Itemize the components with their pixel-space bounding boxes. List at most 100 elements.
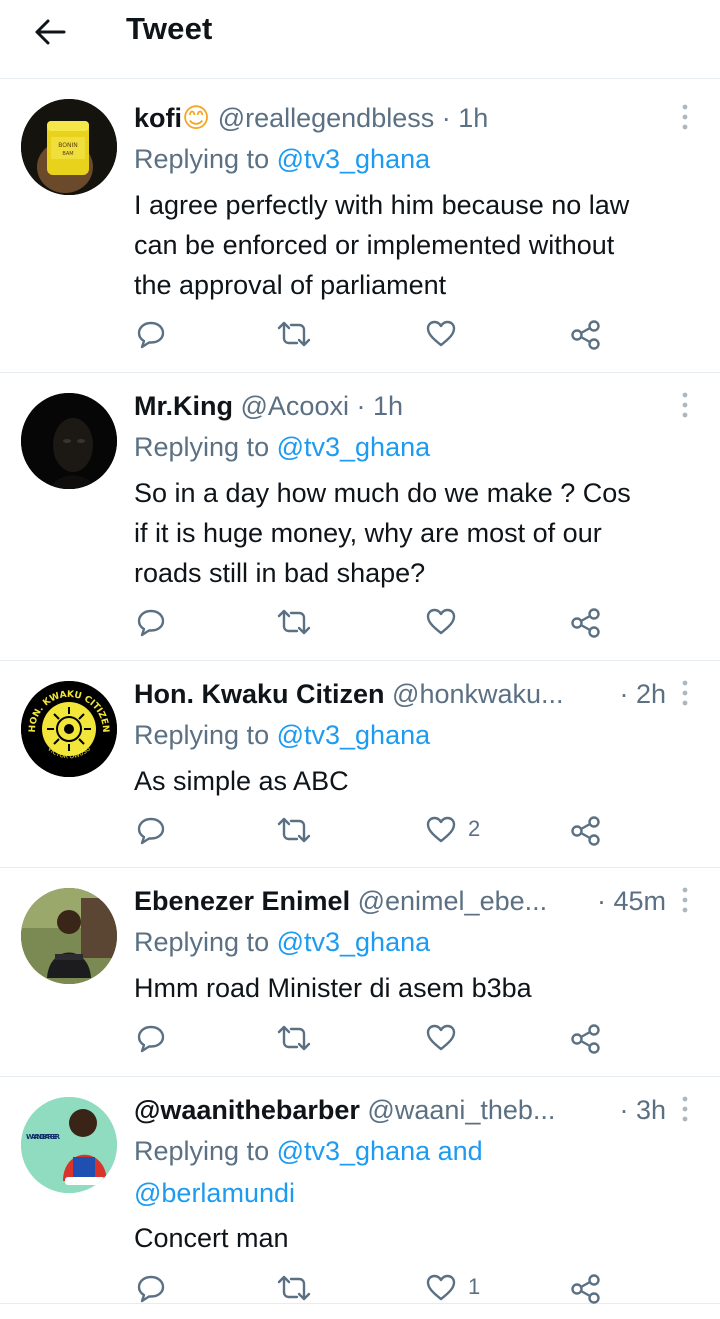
avatar[interactable]: WAANI D'BARBER	[21, 1097, 117, 1193]
more-vertical-icon[interactable]	[680, 103, 690, 131]
avatar-text: WAANI D'BARBER	[26, 1133, 61, 1141]
tweet-text-line: Hmm road Minister di asem b3ba	[134, 973, 532, 1003]
avatar[interactable]	[21, 393, 117, 489]
tweet-text: As simple as ABC	[134, 761, 704, 801]
retweet-button[interactable]	[276, 1023, 312, 1053]
mention-link[interactable]: @tv3_ghana and	[277, 1136, 483, 1166]
mention-link[interactable]: @tv3_ghana	[277, 927, 431, 957]
share-icon	[571, 608, 600, 638]
user-handle[interactable]: @reallegendbless	[218, 103, 435, 133]
like-button[interactable]	[426, 607, 468, 635]
tweet[interactable]: WAANI D'BARBER @waanithebarber @waani_th…	[0, 1077, 720, 1304]
display-name[interactable]: Ebenezer Enimel	[134, 886, 350, 916]
timestamp[interactable]: · 45m	[597, 883, 666, 919]
share-button[interactable]	[570, 1023, 602, 1055]
tweet-text-line: Concert man	[134, 1223, 289, 1253]
replying-to-label: Replying to	[134, 720, 277, 750]
avatar[interactable]: HON. KWAKU CITIZEN VICTOR OWUSU	[21, 681, 117, 777]
replying-to: @berlamundi	[134, 1175, 295, 1211]
more-vertical-icon[interactable]	[680, 886, 690, 914]
more-vertical-icon[interactable]	[680, 679, 690, 707]
tweet-actions	[0, 319, 720, 355]
tweet-text-line: I agree perfectly with him because no la…	[134, 190, 630, 220]
replying-to: Replying to @tv3_ghana and	[134, 1133, 483, 1169]
timestamp[interactable]: · 2h	[619, 676, 666, 712]
display-name[interactable]: @waanithebarber	[134, 1095, 360, 1125]
tweet[interactable]: BONIN BAM kofi😊 @reallegendbless · 1h Re…	[0, 79, 720, 373]
display-name[interactable]: Hon. Kwaku Citizen	[134, 679, 385, 709]
like-icon	[426, 816, 456, 843]
emoji: 😊	[182, 103, 211, 134]
user-handle[interactable]: @Acooxi	[241, 391, 349, 421]
back-arrow-icon	[35, 19, 66, 45]
tweet-text-line: As simple as ABC	[134, 766, 349, 796]
share-icon	[571, 1274, 600, 1304]
like-button[interactable]: 2	[426, 815, 480, 843]
more-vertical-icon[interactable]	[680, 1095, 690, 1123]
reply-icon	[137, 1275, 165, 1303]
mention-link[interactable]: @tv3_ghana	[277, 144, 431, 174]
reply-button[interactable]	[136, 1273, 166, 1303]
replying-to-label: Replying to	[134, 1136, 277, 1166]
like-icon	[426, 320, 456, 347]
tweet-text: Hmm road Minister di asem b3ba	[134, 968, 704, 1008]
tweet-actions	[0, 607, 720, 643]
share-button[interactable]	[570, 319, 602, 351]
retweet-button[interactable]	[276, 607, 312, 637]
replying-to: Replying to @tv3_ghana	[134, 717, 430, 753]
share-button[interactable]	[570, 1273, 602, 1305]
user-handle[interactable]: @honkwaku...	[392, 679, 564, 709]
back-button[interactable]	[30, 14, 70, 50]
avatar[interactable]: BONIN BAM	[21, 99, 117, 195]
tweet[interactable]: Mr.King @Acooxi · 1h Replying to @tv3_gh…	[0, 373, 720, 661]
tweet-text-line: roads still in bad shape?	[134, 558, 426, 588]
display-name[interactable]: Mr.King	[134, 391, 233, 421]
tweet-header: Ebenezer Enimel @enimel_ebe...	[134, 883, 580, 919]
display-name[interactable]: kofi	[134, 103, 182, 133]
avatar[interactable]	[21, 888, 117, 984]
mention-link[interactable]: @tv3_ghana	[277, 720, 431, 750]
replying-to: Replying to @tv3_ghana	[134, 924, 430, 960]
reply-icon	[137, 609, 165, 637]
mention-link[interactable]: @tv3_ghana	[277, 432, 431, 462]
reply-button[interactable]	[136, 1023, 166, 1053]
user-handle[interactable]: @enimel_ebe...	[358, 886, 548, 916]
share-button[interactable]	[570, 607, 602, 639]
like-icon	[426, 1024, 456, 1051]
share-icon	[571, 1024, 600, 1054]
reply-button[interactable]	[136, 815, 166, 845]
tweet[interactable]: HON. KWAKU CITIZEN VICTOR OWUSU Hon. Kwa…	[0, 661, 720, 868]
retweet-button[interactable]	[276, 815, 312, 845]
page-title: Tweet	[126, 11, 213, 46]
reply-button[interactable]	[136, 319, 166, 349]
like-button[interactable]: 1	[426, 1273, 480, 1301]
like-count: 1	[468, 1274, 481, 1299]
tweet-text: I agree perfectly with him because no la…	[134, 185, 704, 305]
like-count: 2	[468, 816, 481, 841]
svg-text:BONIN: BONIN	[58, 142, 77, 149]
retweet-icon	[277, 1025, 311, 1051]
retweet-button[interactable]	[276, 319, 312, 349]
mention-link[interactable]: @berlamundi	[134, 1178, 295, 1208]
retweet-icon	[277, 1275, 311, 1301]
timestamp[interactable]: · 1h	[442, 103, 489, 133]
retweet-icon	[277, 817, 311, 843]
retweet-icon	[277, 609, 311, 635]
replying-to: Replying to @tv3_ghana	[134, 141, 430, 177]
like-button[interactable]	[426, 1023, 468, 1051]
timestamp[interactable]: · 1h	[356, 391, 403, 421]
tweet[interactable]: Ebenezer Enimel @enimel_ebe... · 45m Rep…	[0, 868, 720, 1077]
share-button[interactable]	[570, 815, 602, 847]
replying-to-label: Replying to	[134, 144, 277, 174]
reply-button[interactable]	[136, 607, 166, 637]
tweet-actions: 2	[0, 815, 720, 851]
tweet-text: Concert man	[134, 1218, 704, 1258]
tweet-text-line: can be enforced or implemented without	[134, 230, 615, 260]
user-handle[interactable]: @waani_theb...	[367, 1095, 555, 1125]
more-vertical-icon[interactable]	[680, 391, 690, 419]
timestamp[interactable]: · 3h	[619, 1092, 666, 1128]
tweet-header: @waanithebarber @waani_theb...	[134, 1092, 600, 1128]
reply-icon	[137, 321, 165, 349]
retweet-button[interactable]	[276, 1273, 312, 1303]
like-button[interactable]	[426, 319, 468, 347]
